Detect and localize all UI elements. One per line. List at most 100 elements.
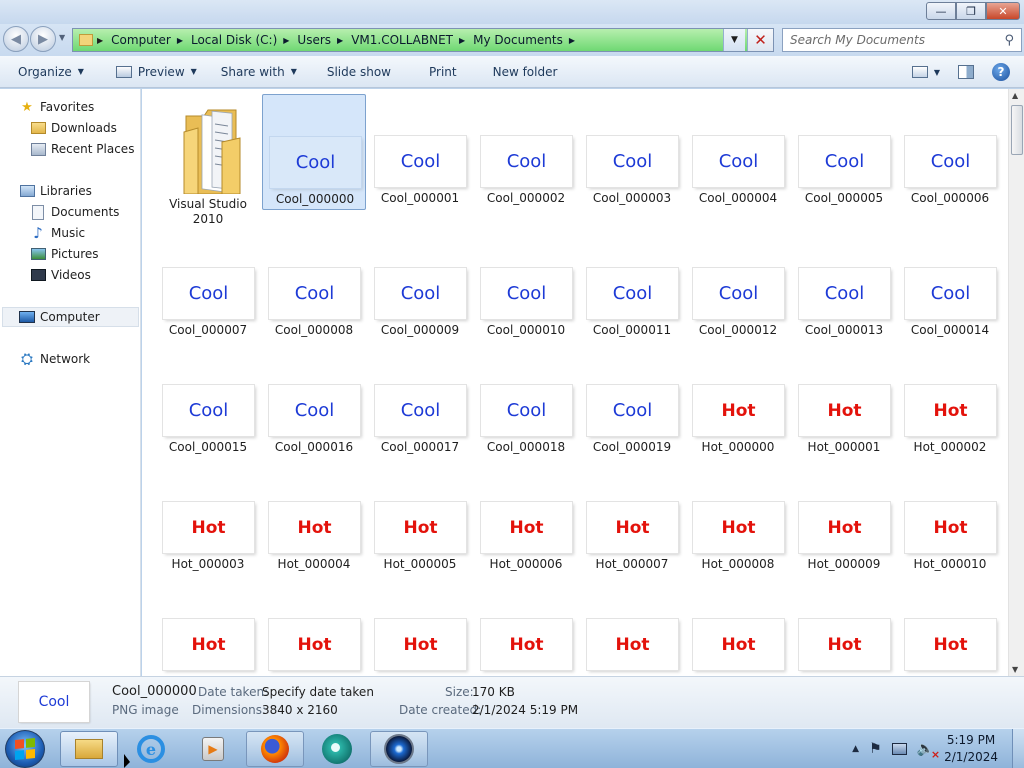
file-item[interactable]: Hot Hot_000010: [898, 460, 1002, 576]
chevron-down-icon[interactable]: ▼: [934, 68, 940, 77]
file-item[interactable]: Cool Cool_000017: [368, 343, 472, 459]
show-desktop-button[interactable]: [1012, 729, 1024, 768]
file-item[interactable]: Cool Cool_000009: [368, 226, 472, 342]
breadcrumb-chevron-icon[interactable]: ▶: [97, 36, 103, 45]
change-view-icon[interactable]: [911, 66, 928, 78]
file-item[interactable]: Cool Cool_000010: [474, 226, 578, 342]
breadcrumb-chevron-icon[interactable]: ▶: [177, 36, 183, 45]
breadcrumb-users[interactable]: Users ▶: [297, 33, 351, 47]
file-item[interactable]: Cool Cool_000016: [262, 343, 366, 459]
file-item[interactable]: Cool Cool_000007: [156, 226, 260, 342]
file-item[interactable]: Cool Cool_000000: [262, 94, 366, 210]
search-input[interactable]: [790, 33, 995, 47]
scroll-down-icon[interactable]: ▼: [1012, 665, 1018, 674]
file-item[interactable]: Hot: [262, 577, 366, 676]
file-item[interactable]: Hot: [474, 577, 578, 676]
file-item[interactable]: Hot Hot_000008: [686, 460, 790, 576]
file-list[interactable]: Visual Studio 2010 Cool Cool_000000 Cool Co…: [142, 89, 1008, 676]
file-item[interactable]: Cool Cool_000001: [368, 94, 472, 210]
taskbar-teal-app[interactable]: [308, 731, 366, 767]
breadcrumb-chevron-icon[interactable]: ▶: [283, 36, 289, 45]
window-title-bar[interactable]: — ❐ ✕: [0, 0, 1024, 24]
file-item[interactable]: Hot: [686, 577, 790, 676]
network-status-icon[interactable]: [891, 743, 907, 755]
forward-button[interactable]: ▶: [30, 26, 56, 52]
taskbar-media-player[interactable]: ▶: [184, 731, 242, 767]
show-hidden-icons-icon[interactable]: ▲: [852, 744, 859, 754]
file-item[interactable]: Cool Cool_000004: [686, 94, 790, 210]
address-history-dropdown[interactable]: ▼: [723, 29, 745, 51]
print-button[interactable]: Print: [420, 58, 466, 86]
file-item[interactable]: Hot Hot_000005: [368, 460, 472, 576]
nav-music[interactable]: ♪ Music: [30, 223, 85, 243]
breadcrumb-chevron-icon[interactable]: ▶: [569, 36, 575, 45]
start-button[interactable]: [5, 730, 45, 768]
nav-computer[interactable]: Computer: [2, 307, 139, 327]
search-box[interactable]: ⚲: [782, 28, 1022, 52]
file-item[interactable]: Hot Hot_000004: [262, 460, 366, 576]
file-item[interactable]: Hot Hot_000000: [686, 343, 790, 459]
breadcrumb-local-disk[interactable]: Local Disk (C:) ▶: [191, 33, 297, 47]
nav-documents[interactable]: Documents: [30, 202, 119, 222]
file-item[interactable]: Cool Cool_000006: [898, 94, 1002, 210]
file-item[interactable]: Hot Hot_000006: [474, 460, 578, 576]
volume-muted-icon[interactable]: 🔈: [917, 741, 941, 761]
file-item[interactable]: Cool Cool_000013: [792, 226, 896, 342]
vertical-scrollbar[interactable]: ▲ ▼: [1008, 89, 1024, 676]
file-item[interactable]: Hot Hot_000009: [792, 460, 896, 576]
file-item[interactable]: Hot: [368, 577, 472, 676]
taskbar-explorer[interactable]: [60, 731, 118, 767]
folder-item-visual-studio[interactable]: Visual Studio 2010: [156, 94, 260, 226]
date-taken-value[interactable]: Specify date taken: [262, 685, 374, 699]
file-item[interactable]: Hot: [156, 577, 260, 676]
file-item[interactable]: Cool Cool_000012: [686, 226, 790, 342]
search-icon[interactable]: ⚲: [1004, 33, 1014, 48]
minimize-button[interactable]: —: [926, 2, 956, 20]
stop-icon[interactable]: ✕: [747, 29, 773, 51]
recent-pages-dropdown-icon[interactable]: ▼: [59, 33, 65, 42]
file-item[interactable]: Cool Cool_000011: [580, 226, 684, 342]
taskbar-internet-explorer[interactable]: e: [122, 731, 180, 767]
taskbar-camera-app[interactable]: [370, 731, 428, 767]
file-item[interactable]: Hot Hot_000002: [898, 343, 1002, 459]
file-item[interactable]: Hot: [580, 577, 684, 676]
close-button[interactable]: ✕: [986, 2, 1020, 20]
slide-show-button[interactable]: Slide show: [318, 58, 400, 86]
new-folder-button[interactable]: New folder: [484, 58, 567, 86]
file-item[interactable]: Hot: [898, 577, 1002, 676]
taskbar-firefox[interactable]: [246, 731, 304, 767]
file-item[interactable]: Hot: [792, 577, 896, 676]
clock[interactable]: 5:19 PM 2/1/2024: [944, 732, 998, 766]
file-item[interactable]: Cool Cool_000005: [792, 94, 896, 210]
scroll-up-icon[interactable]: ▲: [1012, 91, 1018, 100]
breadcrumb-computer[interactable]: Computer ▶: [111, 33, 191, 47]
help-icon[interactable]: ?: [992, 63, 1010, 81]
file-item[interactable]: Hot Hot_000001: [792, 343, 896, 459]
preview-pane-icon[interactable]: [958, 65, 974, 79]
file-item[interactable]: Cool Cool_000002: [474, 94, 578, 210]
nav-recent-places[interactable]: Recent Places: [30, 139, 134, 159]
file-item[interactable]: Cool Cool_000014: [898, 226, 1002, 342]
file-item[interactable]: Cool Cool_000018: [474, 343, 578, 459]
file-item[interactable]: Cool Cool_000003: [580, 94, 684, 210]
breadcrumb-chevron-icon[interactable]: ▶: [459, 36, 465, 45]
file-item[interactable]: Cool Cool_000019: [580, 343, 684, 459]
nav-network[interactable]: ⛭ Network: [19, 349, 90, 369]
file-item[interactable]: Cool Cool_000015: [156, 343, 260, 459]
address-bar[interactable]: ▶ Computer ▶ Local Disk (C:) ▶ Users ▶ VM1.…: [72, 28, 774, 52]
breadcrumb-my-documents[interactable]: My Documents ▶: [473, 33, 583, 47]
preview-button[interactable]: Preview ▼: [107, 58, 206, 86]
nav-libraries[interactable]: Libraries: [19, 181, 92, 201]
file-item[interactable]: Cool Cool_000008: [262, 226, 366, 342]
breadcrumb-user-folder[interactable]: VM1.COLLABNET ▶: [351, 33, 473, 47]
nav-favorites[interactable]: ★ Favorites: [19, 97, 94, 117]
file-item[interactable]: Hot Hot_000007: [580, 460, 684, 576]
nav-pictures[interactable]: Pictures: [30, 244, 99, 264]
breadcrumb-chevron-icon[interactable]: ▶: [337, 36, 343, 45]
nav-videos[interactable]: Videos: [30, 265, 91, 285]
nav-downloads[interactable]: Downloads: [30, 118, 117, 138]
share-with-button[interactable]: Share with ▼: [212, 58, 306, 86]
scrollbar-thumb[interactable]: [1011, 105, 1023, 155]
maximize-button[interactable]: ❐: [956, 2, 986, 20]
action-center-flag-icon[interactable]: ⚑: [869, 741, 882, 757]
